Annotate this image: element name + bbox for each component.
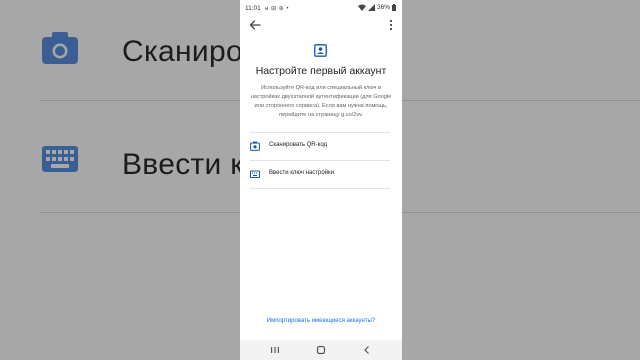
home-icon[interactable] (315, 344, 327, 356)
keyboard-icon (250, 170, 260, 178)
import-accounts-link[interactable]: Импортировать имеющиеся аккаунты? (240, 318, 402, 324)
status-bar: 11:01 ᵾ ⊞ ⊕ • 36% (240, 0, 402, 16)
page-title: Настройте первый аккаунт (255, 65, 387, 77)
account-box-icon (314, 44, 327, 57)
more-vert-icon[interactable] (386, 18, 396, 32)
enter-key-label: Ввести ключ настройки (269, 170, 334, 176)
app-bar (240, 16, 402, 34)
signal-icon (367, 4, 375, 11)
nav-back-icon[interactable] (361, 344, 373, 356)
keyboard-icon (42, 146, 78, 172)
wifi-icon (357, 4, 366, 11)
camera-icon (250, 141, 260, 151)
status-right-group: 36% (357, 4, 396, 11)
scan-qr-label: Сканировать QR-код (269, 142, 328, 148)
recents-icon[interactable] (269, 344, 281, 356)
phone-screen: 11:01 ᵾ ⊞ ⊕ • 36% Настройте первый аккау… (240, 0, 402, 360)
notification-icons: ᵾ ⊞ ⊕ • (265, 5, 289, 12)
enter-key-option[interactable]: Ввести ключ настройки (250, 161, 390, 187)
scan-qr-option[interactable]: Сканировать QR-код (250, 133, 390, 159)
option-divider (250, 188, 390, 189)
arrow-back-icon[interactable] (248, 18, 262, 32)
battery-icon (392, 4, 396, 11)
navigation-bar (240, 340, 402, 360)
page-description: Используйте QR-код или специальный ключ … (250, 85, 392, 118)
camera-icon (42, 32, 78, 64)
status-time: 11:01 (245, 5, 261, 12)
battery-percent: 36% (376, 4, 390, 11)
